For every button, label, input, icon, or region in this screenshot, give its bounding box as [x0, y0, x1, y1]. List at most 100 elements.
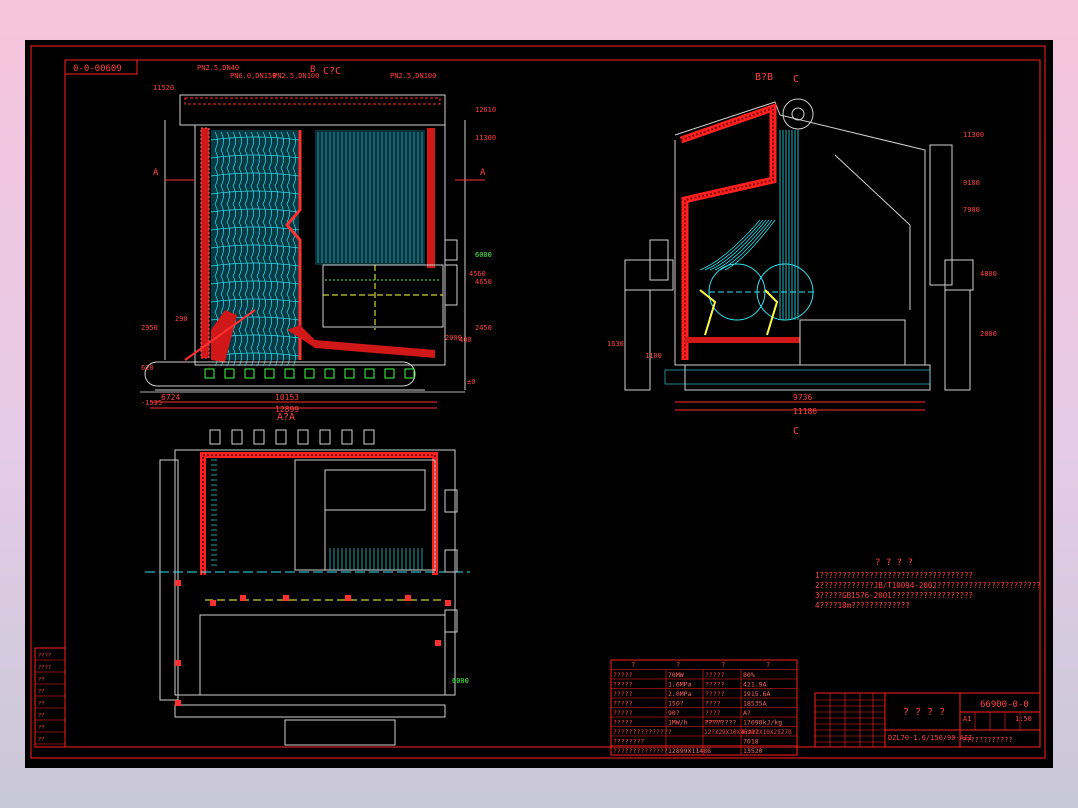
svg-text:??: ??: [38, 701, 45, 707]
cad-drawing-sheet: 0-0-00609 PN2.5,DN40 PN6.0,DN150 PN2.5,D…: [25, 40, 1053, 768]
svg-text:???????????????: ???????????????: [613, 728, 672, 736]
svg-text:PN6.0,DN150: PN6.0,DN150: [230, 72, 276, 80]
svg-text:1MW/h: 1MW/h: [668, 719, 688, 727]
svg-text:421.9A: 421.9A: [743, 681, 767, 689]
svg-text:PN2.5,DN100: PN2.5,DN100: [390, 72, 436, 80]
svg-text:2950: 2950: [141, 324, 158, 332]
revision-block: ????????????????????: [34, 647, 66, 748]
svg-text:17690kJ/kg: 17690kJ/kg: [743, 719, 782, 727]
svg-text:?????: ?????: [613, 671, 633, 679]
svg-text:?: ?: [676, 661, 680, 669]
svg-text:12899X11486: 12899X11486: [668, 747, 711, 755]
svg-text:4560: 4560: [469, 270, 486, 278]
svg-text:??: ??: [38, 677, 45, 683]
technical-notes: ? ? ? ? 1???????????????????????????????…: [815, 558, 1041, 610]
svg-text:??????????????: ??????????????: [613, 747, 668, 755]
svg-text:2000: 2000: [980, 330, 997, 338]
svg-text:6000: 6000: [452, 677, 469, 685]
svg-text:4800: 4800: [980, 270, 997, 278]
svg-text:?????: ?????: [613, 700, 633, 708]
svg-text:11300: 11300: [963, 131, 984, 139]
svg-text:?: ?: [631, 661, 635, 669]
svg-text:4????10m?????????????: 4????10m?????????????: [815, 601, 910, 610]
svg-text:12610: 12610: [475, 106, 496, 114]
drawing-no-top: 0-0-00609: [73, 64, 122, 74]
svg-text:??: ??: [38, 689, 45, 695]
svg-text:1.6MPa: 1.6MPa: [668, 681, 692, 689]
svg-text:?????: ?????: [705, 671, 725, 679]
svg-text:PN2.5,DN40: PN2.5,DN40: [197, 64, 239, 72]
svg-text:2????????????JB/T10094-2002???: 2????????????JB/T10094-2002?????????????…: [815, 581, 1041, 590]
svg-text:620: 620: [141, 364, 154, 372]
svg-text:2450: 2450: [475, 324, 492, 332]
plan-view-a-a: A?A 6000: [145, 412, 470, 746]
svg-text:A?: A?: [743, 709, 751, 717]
svg-text:18535A: 18535A: [743, 700, 767, 708]
svg-text:????: ????: [705, 709, 721, 717]
svg-text:B: B: [310, 65, 315, 75]
svg-text:A: A: [480, 168, 486, 178]
svg-text:C: C: [793, 426, 799, 437]
svg-text:2.0MPa: 2.0MPa: [668, 690, 692, 698]
svg-text:?????: ?????: [613, 709, 633, 717]
svg-text:?????: ?????: [705, 681, 725, 689]
svg-text:????: ????: [38, 665, 51, 671]
svg-text:150?: 150?: [668, 700, 684, 708]
svg-text:?????: ?????: [705, 690, 725, 698]
svg-text:? ? ? ?: ? ? ? ?: [875, 558, 913, 568]
svg-text:?????: ?????: [613, 681, 633, 689]
svg-text:1100: 1100: [645, 352, 662, 360]
svg-text:11520: 11520: [153, 84, 174, 92]
svg-text:????: ????: [38, 653, 51, 659]
svg-text:????????: ????????: [613, 738, 644, 746]
svg-text:13520: 13520: [743, 747, 763, 755]
svg-text:6724: 6724: [161, 393, 180, 402]
svg-text:1915.6A: 1915.6A: [743, 690, 770, 698]
svg-text:90?: 90?: [668, 709, 680, 717]
svg-text:400: 400: [459, 336, 472, 344]
svg-text:C?C: C?C: [323, 66, 341, 77]
title-block: 66900-0-0 ? ? ? ? DZL70-1.6/150/90-AII A…: [814, 692, 1041, 748]
svg-text:80%: 80%: [743, 671, 755, 679]
svg-text:??: ??: [38, 713, 45, 719]
svg-text:C: C: [793, 74, 799, 85]
spec-table: ????????? 70MW????? 80%????? 1.6MPa????? 421…: [610, 659, 798, 756]
svg-text:1:50: 1:50: [1015, 715, 1032, 723]
svg-text:±0: ±0: [467, 378, 475, 386]
svg-text:?: ?: [721, 661, 725, 669]
svg-text:?????: ?????: [613, 719, 633, 727]
front-view-c-c: PN2.5,DN40 PN6.0,DN150 PN2.5,DN100 PN2.5…: [140, 64, 496, 414]
svg-text:6000: 6000: [475, 251, 492, 259]
side-view-b-b: B?B C C 9736 11186 11300 9100 7900 4800 …: [607, 72, 997, 437]
svg-text:A?A: A?A: [277, 412, 295, 423]
svg-text:9736: 9736: [793, 393, 812, 402]
svg-text:7018: 7018: [743, 738, 759, 746]
svg-text:? ? ? ?: ? ? ? ?: [903, 707, 945, 718]
svg-text:4?X22X10X25270: 4?X22X10X25270: [741, 729, 792, 736]
svg-text:????: ????: [705, 700, 721, 708]
svg-text:????????????: ????????????: [962, 736, 1013, 744]
svg-text:?????: ?????: [704, 720, 722, 727]
svg-text:-1535: -1535: [141, 399, 162, 407]
svg-text:DZL70-1.6/150/90-AII: DZL70-1.6/150/90-AII: [888, 734, 972, 742]
svg-text:9100: 9100: [963, 179, 980, 187]
svg-text:?: ?: [766, 661, 770, 669]
svg-text:A: A: [153, 168, 159, 178]
svg-text:B?B: B?B: [755, 72, 773, 83]
svg-text:70MW: 70MW: [668, 671, 684, 679]
svg-text:??: ??: [38, 737, 45, 743]
svg-text:?????: ?????: [613, 690, 633, 698]
svg-text:11186: 11186: [793, 407, 817, 416]
svg-text:1?????????????????????????????: 1??????????????????????????????????: [815, 571, 973, 580]
svg-text:290: 290: [175, 315, 188, 323]
svg-text:1630: 1630: [607, 340, 624, 348]
boiler-drawing: 0-0-00609 PN2.5,DN40 PN6.0,DN150 PN2.5,D…: [30, 45, 1046, 759]
svg-text:11300: 11300: [475, 134, 496, 142]
svg-text:3?????GB1576-2001?????????????: 3?????GB1576-2001??????????????????: [815, 591, 973, 600]
svg-text:66900-0-0: 66900-0-0: [980, 700, 1029, 710]
svg-text:4650: 4650: [475, 278, 492, 286]
svg-text:??: ??: [38, 725, 45, 731]
svg-text:7900: 7900: [963, 206, 980, 214]
svg-text:A1: A1: [963, 715, 971, 723]
svg-text:10153: 10153: [275, 393, 299, 402]
